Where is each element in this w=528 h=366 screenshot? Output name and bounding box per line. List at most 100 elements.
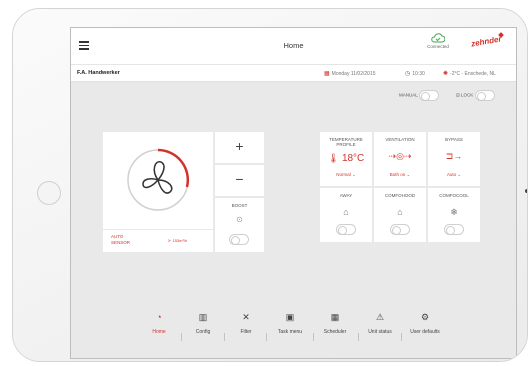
ventilation-tile[interactable]: VENTILATION ⇢◎⇢ Both on ⌄ bbox=[374, 132, 426, 186]
temperature-dropdown[interactable]: Normal ⌄ bbox=[320, 172, 372, 178]
weather-text: -2°C - Enschede, NL bbox=[450, 71, 496, 77]
sensor-line1: AUTO bbox=[111, 234, 124, 239]
increase-button[interactable]: + bbox=[215, 132, 264, 163]
temperature-profile-title: TEMPERATURE PROFILE bbox=[320, 137, 372, 147]
bypass-icon: ⊐→ bbox=[445, 151, 463, 161]
bypass-title: BYPASS bbox=[445, 137, 463, 142]
thermometer-icon: 🌡︎ bbox=[327, 153, 340, 163]
boost-timer-icon: ⊙ bbox=[236, 215, 243, 224]
airflow-display: ⊱ 153m³/h bbox=[168, 238, 187, 243]
away-house-icon: ⌂ bbox=[343, 207, 349, 217]
tablet-frame: Home Connected zehnder F.A. Handwerker ▦… bbox=[12, 8, 528, 362]
lock-label: LOCK bbox=[461, 92, 474, 98]
minus-icon: − bbox=[235, 171, 244, 187]
bypass-selection: Auto bbox=[446, 172, 457, 177]
chevron-down-icon: ⌄ bbox=[406, 172, 411, 177]
nav-scheduler-label: Scheduler bbox=[323, 329, 347, 335]
comfohood-toggle[interactable] bbox=[390, 224, 410, 235]
info-bar: F.A. Handwerker ▦ Monday 11/02/2015 ◷ 10:3… bbox=[71, 65, 516, 82]
tools-icon: ✕ bbox=[242, 312, 250, 322]
comfohood-tile: COMFOHOOD ⌂ bbox=[374, 188, 426, 242]
nav-divider bbox=[181, 333, 182, 341]
comfocool-tile: COMFOCOOL ❄ bbox=[428, 188, 480, 242]
manual-toggle-group: MANUAL bbox=[399, 90, 439, 101]
manual-toggle[interactable] bbox=[418, 90, 439, 101]
airflow-value: 153m³/h bbox=[172, 238, 188, 243]
hood-icon: ⌂ bbox=[397, 207, 403, 217]
airflow-icon: ⊱ bbox=[168, 238, 172, 243]
gauge-icon: ◔ bbox=[156, 312, 162, 322]
date-text: Monday 11/02/2015 bbox=[331, 71, 376, 77]
home-hardware-button[interactable] bbox=[37, 181, 61, 205]
nav-unit-status-label: Unit status bbox=[368, 329, 392, 335]
nav-divider bbox=[358, 333, 359, 341]
lock-toggle[interactable] bbox=[474, 90, 495, 101]
nav-home[interactable]: ◔ Home bbox=[141, 312, 177, 335]
decrease-button[interactable]: − bbox=[215, 165, 264, 196]
ventilation-title: VENTILATION bbox=[385, 137, 415, 142]
comfohood-title: COMFOHOOD bbox=[384, 193, 416, 198]
nav-divider bbox=[224, 333, 225, 341]
nav-divider bbox=[266, 333, 267, 341]
clock-icon: ◷ bbox=[405, 71, 411, 77]
nav-divider bbox=[313, 333, 314, 341]
boost-tile: BOOST ⊙ bbox=[215, 198, 264, 252]
lock-icon: ⊟ bbox=[456, 92, 460, 98]
clipboard-icon: ▣ bbox=[285, 312, 295, 322]
gear-icon: ⚙ bbox=[420, 312, 430, 322]
temperature-display: 🌡︎ 18°C bbox=[320, 153, 372, 164]
nav-scheduler[interactable]: ▦ Scheduler bbox=[317, 312, 353, 335]
nav-divider bbox=[401, 333, 402, 341]
sun-icon: ✺ bbox=[443, 71, 449, 77]
away-toggle[interactable] bbox=[336, 224, 356, 235]
connection-status[interactable]: Connected bbox=[421, 33, 455, 49]
nav-filter-label: Filter bbox=[240, 329, 252, 335]
nav-user-defaults[interactable]: ⚙ User defaults bbox=[407, 312, 443, 335]
bottom-navigation: ◔ Home ▥ Config ✕ Filter ▣ Task menu ▦ S… bbox=[71, 306, 516, 358]
nav-config[interactable]: ▥ Config bbox=[185, 312, 221, 335]
lock-toggle-group: ⊟ LOCK bbox=[456, 90, 495, 101]
ventilation-selection: Both on bbox=[389, 172, 406, 177]
time-display: ◷ 10:30 bbox=[405, 70, 425, 77]
nav-task-menu[interactable]: ▣ Task menu bbox=[272, 312, 308, 335]
boost-toggle[interactable] bbox=[229, 234, 249, 245]
manual-label: MANUAL bbox=[399, 92, 418, 98]
comfocool-title: COMFOCOOL bbox=[439, 193, 469, 198]
temperature-selection: Normal bbox=[336, 172, 351, 177]
time-text: 10:30 bbox=[412, 71, 425, 77]
nav-filter[interactable]: ✕ Filter bbox=[228, 312, 264, 335]
snowflake-icon: ❄ bbox=[450, 207, 458, 217]
away-tile: AWAY ⌂ bbox=[320, 188, 372, 242]
away-title: AWAY bbox=[339, 193, 353, 198]
fan-speed-dial[interactable] bbox=[103, 132, 213, 229]
calendar-icon: ▦ bbox=[330, 312, 340, 322]
sensor-info: AUTO SENSOR ⊱ 153m³/h bbox=[103, 230, 213, 252]
temperature-value: 18°C bbox=[341, 153, 365, 164]
plus-icon: + bbox=[235, 138, 244, 154]
sensor-mode: AUTO SENSOR bbox=[111, 234, 130, 245]
nav-home-label: Home bbox=[152, 329, 166, 335]
comfocool-toggle[interactable] bbox=[444, 224, 464, 235]
ventilation-flow-icon: ⇢◎⇢ bbox=[388, 151, 412, 161]
bypass-dropdown[interactable]: Auto ⌄ bbox=[428, 172, 480, 178]
date-display: ▦ Monday 11/02/2015 bbox=[324, 70, 376, 77]
config-icon: ▥ bbox=[198, 312, 208, 322]
temperature-title-line2: PROFILE bbox=[336, 142, 356, 147]
weather-display: ✺ -2°C - Enschede, NL bbox=[443, 70, 496, 77]
temperature-profile-tile[interactable]: TEMPERATURE PROFILE 🌡︎ 18°C Normal ⌄ bbox=[320, 132, 372, 186]
top-bar: Home Connected zehnder bbox=[71, 28, 516, 65]
chevron-down-icon: ⌄ bbox=[457, 172, 462, 177]
nav-task-menu-label: Task menu bbox=[277, 329, 303, 335]
chevron-down-icon: ⌄ bbox=[352, 172, 356, 177]
nav-config-label: Config bbox=[195, 329, 211, 335]
nav-user-defaults-label: User defaults bbox=[410, 329, 440, 335]
calendar-icon: ▦ bbox=[324, 71, 330, 77]
app-screen: Home Connected zehnder F.A. Handwerker ▦… bbox=[70, 27, 517, 359]
ventilation-dropdown[interactable]: Both on ⌄ bbox=[374, 172, 426, 178]
user-name: F.A. Handwerker bbox=[77, 70, 120, 76]
boost-label: BOOST bbox=[231, 203, 248, 208]
sensor-line2: SENSOR bbox=[111, 239, 131, 245]
bypass-tile[interactable]: BYPASS ⊐→ Auto ⌄ bbox=[428, 132, 480, 186]
nav-unit-status[interactable]: ⚠ Unit status bbox=[362, 312, 398, 335]
cloud-check-icon bbox=[431, 33, 445, 43]
